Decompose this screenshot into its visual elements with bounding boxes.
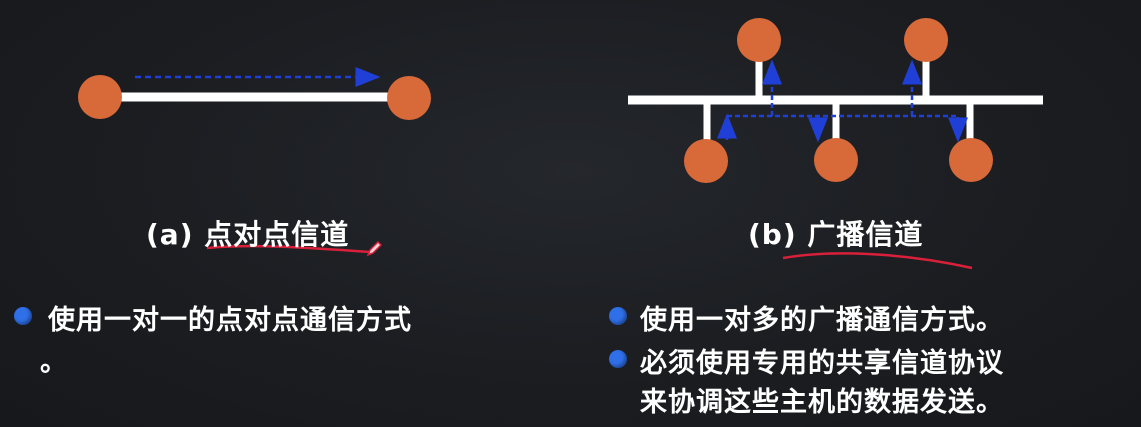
host-node-bottom-left xyxy=(684,139,728,183)
pen-icon xyxy=(366,240,383,257)
point-to-point-diagram xyxy=(78,67,431,120)
caption-b: (b) 广播信道 xyxy=(748,213,923,253)
caption-b-title: 广播信道 xyxy=(807,218,924,251)
host-node-top-left xyxy=(737,18,781,62)
left-bullet-text: 使用一对一的点对点通信方式 xyxy=(48,305,412,336)
slide: (a) 点对点信道 (b) 广播信道 使用一对一的点对点通信方式 。 使用一对多… xyxy=(0,0,1141,427)
host-node-bottom-middle xyxy=(814,138,858,182)
broadcast-diagram xyxy=(628,18,1043,183)
host-node-top-right xyxy=(904,18,948,62)
bullet-dot xyxy=(609,307,627,325)
caption-b-label: (b) xyxy=(748,218,797,251)
caption-a-label: (a) xyxy=(146,218,194,251)
right-bullet-1-text: 使用一对多的广播通信方式。 xyxy=(640,305,1004,336)
bullet-dot xyxy=(14,307,32,325)
bullet-dot xyxy=(609,350,627,368)
caption-a: (a) 点对点信道 xyxy=(146,213,349,253)
host-node-bottom-right xyxy=(949,138,993,182)
host-node-right xyxy=(387,76,431,120)
host-node-left xyxy=(78,75,122,119)
right-bullet-2-continuation: 来协调这些主机的数据发送。 xyxy=(640,387,1004,418)
left-trailing-mark: 。 xyxy=(40,347,68,378)
caption-a-title: 点对点信道 xyxy=(204,218,350,251)
caption-b-underline xyxy=(782,252,973,270)
right-bullet-2-text: 必须使用专用的共享信道协议 xyxy=(640,348,1004,379)
